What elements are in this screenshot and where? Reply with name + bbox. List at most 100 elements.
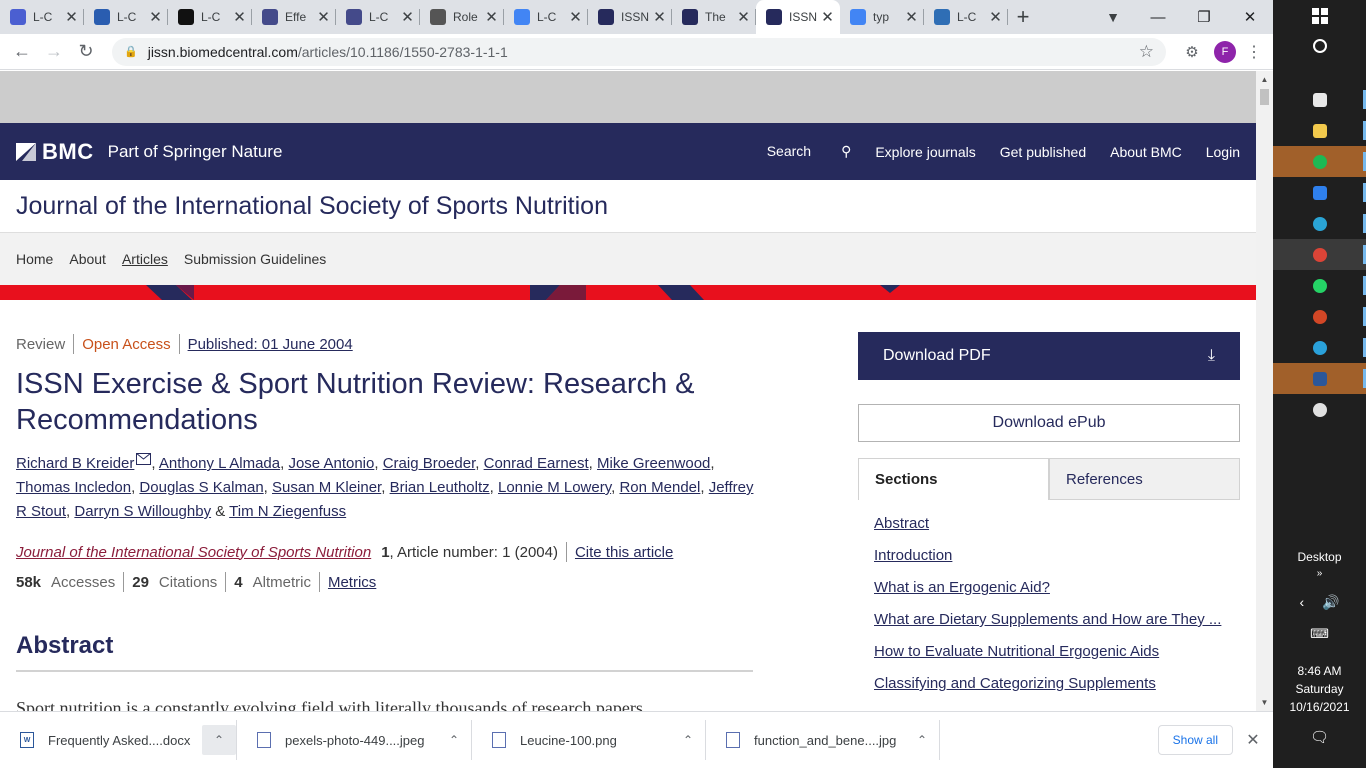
new-tab-button[interactable]: + [1008, 0, 1038, 34]
edge-icon[interactable] [1273, 208, 1366, 239]
browser-tab[interactable]: L-C ✕ [924, 0, 1008, 34]
back-icon[interactable]: ← [6, 36, 38, 68]
browser-tab[interactable]: The ✕ [672, 0, 756, 34]
cite-this-article-link[interactable]: Cite this article [575, 544, 673, 561]
browser-tab[interactable]: Role ✕ [420, 0, 504, 34]
tray-chevron-icon[interactable]: ‹ [1299, 594, 1304, 611]
bmc-logo[interactable]: BMC Part of Springer Nature [16, 139, 282, 165]
forward-icon[interactable]: → [38, 36, 70, 68]
author-link[interactable]: Brian Leutholtz [390, 479, 490, 496]
author-link[interactable]: Tim N Ziegenfuss [229, 503, 346, 520]
section-link[interactable]: What are Dietary Supplements and How are… [874, 610, 1240, 642]
author-link[interactable]: Anthony L Almada [159, 455, 280, 472]
download-item[interactable]: Leucine-100.png ⌃ [472, 712, 705, 768]
mail-icon[interactable] [1273, 177, 1366, 208]
scroll-down-icon[interactable]: ▼ [1256, 694, 1273, 711]
volume-icon[interactable]: 🔊 [1322, 594, 1339, 611]
author-link[interactable]: Douglas S Kalman [139, 479, 263, 496]
store-icon[interactable] [1273, 84, 1366, 115]
cortana-icon[interactable] [1273, 30, 1366, 61]
browser-tab[interactable]: typ ✕ [840, 0, 924, 34]
download-item[interactable]: function_and_bene....jpg ⌃ [706, 712, 939, 768]
download-pdf-button[interactable]: Download PDF ⤓ [858, 332, 1240, 380]
scroll-thumb[interactable] [1260, 89, 1269, 105]
whatsapp-icon[interactable] [1273, 270, 1366, 301]
browser-tab[interactable]: L-C ✕ [168, 0, 252, 34]
page-scrollbar[interactable]: ▲ ▼ [1256, 71, 1273, 711]
browser-tab[interactable]: Effe ✕ [252, 0, 336, 34]
download-epub-button[interactable]: Download ePub [858, 404, 1240, 442]
subnav-articles[interactable]: Articles [122, 251, 168, 267]
tab-close-icon[interactable]: ✕ [905, 8, 918, 26]
author-link[interactable]: Richard B Kreider [16, 455, 134, 472]
tab-close-icon[interactable]: ✕ [233, 8, 246, 26]
word-icon[interactable] [1273, 363, 1366, 394]
download-options-chevron-icon[interactable]: ⌃ [202, 725, 236, 755]
chrome-icon[interactable] [1273, 239, 1366, 270]
file-explorer-icon[interactable] [1273, 115, 1366, 146]
keyboard-icon[interactable]: ⌨ [1273, 626, 1366, 642]
author-link[interactable]: Lonnie M Lowery [498, 479, 611, 496]
email-icon[interactable] [136, 453, 152, 465]
tab-close-icon[interactable]: ✕ [737, 8, 750, 26]
section-link[interactable]: Classifying and Categorizing Supplements [874, 674, 1240, 706]
tab-close-icon[interactable]: ✕ [821, 8, 834, 26]
section-link[interactable]: How to Evaluate Nutritional Ergogenic Ai… [874, 642, 1240, 674]
download-options-chevron-icon[interactable]: ⌃ [437, 725, 471, 755]
browser-tab[interactable]: ISSN ✕ [756, 0, 840, 34]
spotify-icon[interactable] [1273, 146, 1366, 177]
journal-title[interactable]: Journal of the International Society of … [16, 192, 608, 221]
tab-sections[interactable]: Sections [858, 458, 1049, 500]
browser-tab[interactable]: L-C ✕ [0, 0, 84, 34]
author-link[interactable]: Jose Antonio [288, 455, 374, 472]
system-clock[interactable]: 8:46 AM Saturday 10/16/2021 [1273, 662, 1366, 716]
author-link[interactable]: Ron Mendel [619, 479, 700, 496]
download-options-chevron-icon[interactable]: ⌃ [905, 725, 939, 755]
subnav-about[interactable]: About [69, 251, 106, 267]
section-link[interactable]: Abstract [874, 514, 1240, 546]
profile-avatar[interactable]: F [1214, 40, 1236, 63]
start-icon[interactable] [1273, 0, 1366, 31]
tab-references[interactable]: References [1049, 458, 1240, 500]
browser-tab[interactable]: L-C ✕ [336, 0, 420, 34]
action-center-icon[interactable]: 🗨 [1273, 728, 1366, 746]
published-date-link[interactable]: Published: 01 June 2004 [188, 336, 353, 353]
media-icon[interactable] [1273, 394, 1366, 425]
nav-explore-journals[interactable]: Explore journals [875, 144, 975, 160]
nav-search[interactable]: Search ⚲ [767, 143, 852, 160]
extensions-icon[interactable]: ⚙ [1176, 43, 1208, 61]
section-link[interactable]: Introduction [874, 546, 1240, 578]
tab-close-icon[interactable]: ✕ [569, 8, 582, 26]
desktop-toolbar[interactable]: Desktop » [1273, 550, 1366, 579]
nav-login[interactable]: Login [1206, 144, 1240, 160]
restore-icon[interactable]: ❐ [1181, 8, 1227, 26]
section-link[interactable]: What is an Ergogenic Aid? [874, 578, 1240, 610]
download-item[interactable]: W Frequently Asked....docx ⌃ [0, 712, 236, 768]
author-link[interactable]: Susan M Kleiner [272, 479, 381, 496]
minimize-icon[interactable]: — [1135, 9, 1181, 26]
tab-close-icon[interactable]: ✕ [401, 8, 414, 26]
tab-close-icon[interactable]: ✕ [149, 8, 162, 26]
author-link[interactable]: Mike Greenwood [597, 455, 710, 472]
nav-about-bmc[interactable]: About BMC [1110, 144, 1182, 160]
browser-tab[interactable]: L-C ✕ [84, 0, 168, 34]
download-item[interactable]: pexels-photo-449....jpeg ⌃ [237, 712, 471, 768]
author-link[interactable]: Thomas Incledon [16, 479, 131, 496]
download-options-chevron-icon[interactable]: ⌃ [671, 725, 705, 755]
tab-search-icon[interactable]: ▼ [1091, 9, 1135, 25]
bookmark-star-icon[interactable]: ☆ [1139, 42, 1154, 62]
author-link[interactable]: Conrad Earnest [484, 455, 589, 472]
tab-close-icon[interactable]: ✕ [317, 8, 330, 26]
show-all-button[interactable]: Show all [1157, 725, 1233, 755]
tab-close-icon[interactable]: ✕ [653, 8, 666, 26]
close-shelf-icon[interactable]: ✕ [1233, 730, 1273, 750]
tab-close-icon[interactable]: ✕ [65, 8, 78, 26]
tab-close-icon[interactable]: ✕ [485, 8, 498, 26]
scroll-up-icon[interactable]: ▲ [1256, 71, 1273, 88]
address-bar[interactable]: 🔒 jissn.biomedcentral.com/articles/10.11… [112, 37, 1166, 66]
telegram-icon[interactable] [1273, 332, 1366, 363]
citation-journal-link[interactable]: Journal of the International Society of … [16, 544, 371, 561]
powerpoint-icon[interactable] [1273, 301, 1366, 332]
author-link[interactable]: Craig Broeder [383, 455, 476, 472]
tab-close-icon[interactable]: ✕ [989, 8, 1002, 26]
